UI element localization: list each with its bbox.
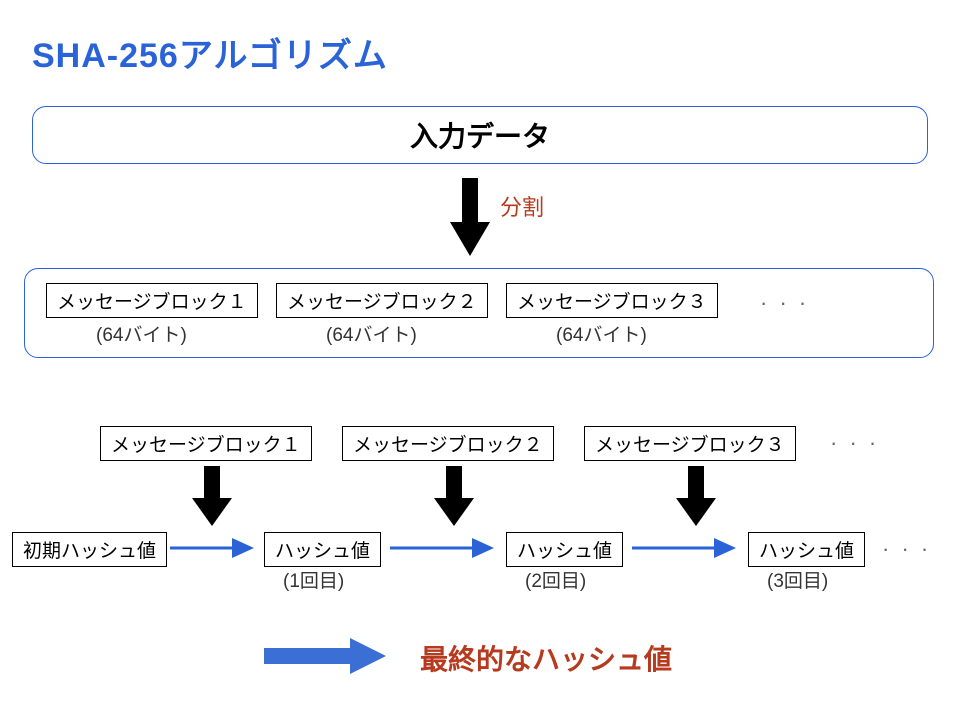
split-label: 分割 (500, 190, 544, 222)
arrow-right-icon (168, 536, 258, 560)
block-size-3: (64バイト) (556, 320, 647, 347)
initial-hash-box: 初期ハッシュ値 (12, 532, 167, 567)
ellipsis-blocks: · · · (760, 290, 809, 316)
chain-message-block-1: メッセージブロック１ (100, 426, 312, 461)
arrow-down-icon (192, 462, 232, 532)
arrow-down-icon (676, 462, 716, 532)
arrow-down-icon (450, 172, 490, 262)
arrow-down-icon (434, 462, 474, 532)
input-data-box: 入力データ (32, 106, 928, 164)
message-block-1: メッセージブロック１ (46, 283, 258, 318)
round-label-2: (2回目) (525, 566, 586, 593)
final-hash-label: 最終的なハッシュ値 (420, 638, 672, 678)
ellipsis-chain-bottom: · · · (882, 536, 931, 562)
block-size-1: (64バイト) (96, 320, 187, 347)
hash-box-3: ハッシュ値 (748, 532, 865, 567)
block-size-2: (64バイト) (326, 320, 417, 347)
ellipsis-chain-top: · · · (830, 430, 879, 456)
round-label-3: (3回目) (767, 566, 828, 593)
message-block-2: メッセージブロック２ (276, 283, 488, 318)
hash-box-1: ハッシュ値 (264, 532, 381, 567)
input-data-label: 入力データ (410, 115, 550, 155)
page-title: SHA-256アルゴリズム (32, 28, 388, 77)
hash-box-2: ハッシュ値 (506, 532, 623, 567)
round-label-1: (1回目) (283, 566, 344, 593)
arrow-right-thick-icon (260, 636, 390, 676)
chain-message-block-2: メッセージブロック２ (342, 426, 554, 461)
arrow-right-icon (630, 536, 740, 560)
chain-message-block-3: メッセージブロック３ (584, 426, 796, 461)
arrow-right-icon (388, 536, 498, 560)
message-block-3: メッセージブロック３ (506, 283, 718, 318)
